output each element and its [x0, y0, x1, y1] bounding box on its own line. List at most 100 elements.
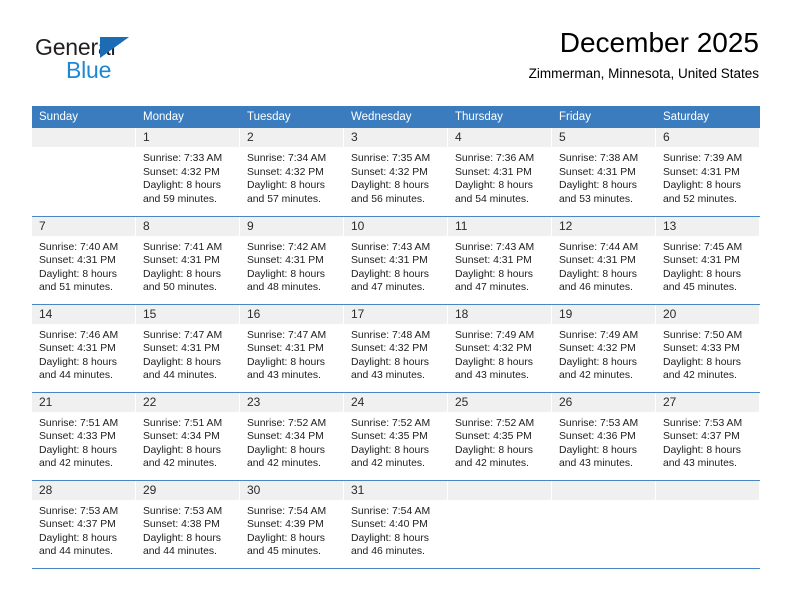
calendar-day-cell[interactable]: 25 Sunrise: 7:52 AM Sunset: 4:35 PM Dayligh… [448, 392, 552, 481]
sunrise-time: Sunrise: 7:48 AM [351, 329, 431, 341]
sunset-time: Sunset: 4:31 PM [247, 343, 324, 355]
daylight-duration-line2: and 44 minutes. [39, 370, 113, 382]
daylight-duration-line2: and 46 minutes. [351, 546, 425, 558]
day-details: Sunrise: 7:39 AM Sunset: 4:31 PM Daylight:… [656, 147, 760, 206]
calendar-day-cell[interactable]: 22 Sunrise: 7:51 AM Sunset: 4:34 PM Dayligh… [136, 392, 240, 481]
sunrise-time: Sunrise: 7:49 AM [559, 329, 639, 341]
page-title: December 2025 [559, 27, 759, 58]
calendar-day-cell[interactable]: 9 Sunrise: 7:42 AM Sunset: 4:31 PM Daylight… [240, 216, 344, 305]
sunset-time: Sunset: 4:31 PM [455, 166, 532, 178]
daylight-duration-line1: Daylight: 8 hours [559, 444, 637, 456]
sunrise-time: Sunrise: 7:35 AM [351, 153, 431, 164]
calendar-day-cell[interactable]: 30 Sunrise: 7:54 AM Sunset: 4:39 PM Dayligh… [240, 480, 344, 569]
calendar-day-cell[interactable]: 16 Sunrise: 7:47 AM Sunset: 4:31 PM Dayligh… [240, 304, 344, 393]
sunrise-time: Sunrise: 7:33 AM [143, 153, 223, 164]
calendar-day-cell[interactable]: 28 Sunrise: 7:53 AM Sunset: 4:37 PM Dayligh… [32, 480, 136, 569]
day-details: Sunrise: 7:53 AM Sunset: 4:37 PM Daylight:… [656, 412, 760, 471]
calendar-day-cell[interactable]: 19 Sunrise: 7:49 AM Sunset: 4:32 PM Dayligh… [552, 304, 656, 393]
day-number [448, 480, 552, 500]
daylight-duration-line1: Daylight: 8 hours [247, 356, 325, 368]
day-number: 8 [136, 216, 240, 236]
calendar-day-cell[interactable]: 18 Sunrise: 7:49 AM Sunset: 4:32 PM Dayligh… [448, 304, 552, 393]
calendar-table: Sunday Monday Tuesday Wednesday Thursday… [32, 106, 760, 569]
calendar-day-cell[interactable]: 13 Sunrise: 7:45 AM Sunset: 4:31 PM Dayligh… [656, 216, 760, 305]
calendar-day-cell[interactable]: 15 Sunrise: 7:47 AM Sunset: 4:31 PM Dayligh… [136, 304, 240, 393]
day-number: 13 [656, 216, 760, 236]
daylight-duration-line1: Daylight: 8 hours [247, 268, 325, 280]
calendar-day-cell[interactable]: 21 Sunrise: 7:51 AM Sunset: 4:33 PM Dayligh… [32, 392, 136, 481]
daylight-duration-line2: and 42 minutes. [663, 370, 737, 382]
daylight-duration-line2: and 45 minutes. [247, 546, 321, 558]
sunset-time: Sunset: 4:33 PM [663, 343, 740, 355]
daylight-duration-line2: and 50 minutes. [143, 282, 217, 294]
weekday-header-monday: Monday [136, 106, 240, 128]
day-number: 24 [344, 392, 448, 412]
calendar-day-cell[interactable]: 2 Sunrise: 7:34 AM Sunset: 4:32 PM Daylight… [240, 128, 344, 217]
calendar-day-cell[interactable]: 5 Sunrise: 7:38 AM Sunset: 4:31 PM Daylight… [552, 128, 656, 217]
day-number: 20 [656, 304, 760, 324]
calendar-day-cell[interactable]: 8 Sunrise: 7:41 AM Sunset: 4:31 PM Daylight… [136, 216, 240, 305]
calendar-day-cell[interactable]: 6 Sunrise: 7:39 AM Sunset: 4:31 PM Daylight… [656, 128, 760, 217]
daylight-duration-line1: Daylight: 8 hours [351, 444, 429, 456]
calendar-day-cell[interactable]: 24 Sunrise: 7:52 AM Sunset: 4:35 PM Dayligh… [344, 392, 448, 481]
sunset-time: Sunset: 4:31 PM [559, 255, 636, 267]
sunset-time: Sunset: 4:31 PM [247, 255, 324, 267]
calendar-day-cell[interactable]: 12 Sunrise: 7:44 AM Sunset: 4:31 PM Dayligh… [552, 216, 656, 305]
day-details: Sunrise: 7:52 AM Sunset: 4:35 PM Daylight:… [344, 412, 448, 471]
daylight-duration-line2: and 42 minutes. [247, 458, 321, 470]
daylight-duration-line1: Daylight: 8 hours [39, 356, 117, 368]
sunset-time: Sunset: 4:32 PM [455, 343, 532, 355]
day-number [32, 128, 136, 147]
day-number [656, 480, 760, 500]
daylight-duration-line2: and 42 minutes. [559, 370, 633, 382]
calendar-day-cell[interactable]: 10 Sunrise: 7:43 AM Sunset: 4:31 PM Dayligh… [344, 216, 448, 305]
day-number: 18 [448, 304, 552, 324]
daylight-duration-line2: and 44 minutes. [143, 370, 217, 382]
calendar-day-cell[interactable]: 4 Sunrise: 7:36 AM Sunset: 4:31 PM Daylight… [448, 128, 552, 217]
calendar-day-cell[interactable]: 11 Sunrise: 7:43 AM Sunset: 4:31 PM Dayligh… [448, 216, 552, 305]
day-number: 19 [552, 304, 656, 324]
day-details: Sunrise: 7:40 AM Sunset: 4:31 PM Daylight:… [32, 236, 136, 295]
sunrise-time: Sunrise: 7:41 AM [143, 241, 223, 253]
daylight-duration-line1: Daylight: 8 hours [39, 268, 117, 280]
day-details: Sunrise: 7:38 AM Sunset: 4:31 PM Daylight:… [552, 147, 656, 206]
calendar-day-cell[interactable]: 7 Sunrise: 7:40 AM Sunset: 4:31 PM Daylight… [32, 216, 136, 305]
sunset-time: Sunset: 4:31 PM [663, 255, 740, 267]
logo-text-blue: Blue [66, 57, 112, 83]
day-details: Sunrise: 7:49 AM Sunset: 4:32 PM Daylight:… [552, 324, 656, 383]
sunrise-time: Sunrise: 7:52 AM [455, 417, 535, 429]
calendar-day-cell[interactable]: 14 Sunrise: 7:46 AM Sunset: 4:31 PM Dayligh… [32, 304, 136, 393]
calendar-day-cell[interactable]: 17 Sunrise: 7:48 AM Sunset: 4:32 PM Dayligh… [344, 304, 448, 393]
calendar-day-cell[interactable]: 1 Sunrise: 7:33 AM Sunset: 4:32 PM Daylight… [136, 128, 240, 217]
day-details: Sunrise: 7:36 AM Sunset: 4:31 PM Daylight:… [448, 147, 552, 206]
day-number: 27 [656, 392, 760, 412]
daylight-duration-line1: Daylight: 8 hours [559, 180, 637, 192]
daylight-duration-line2: and 52 minutes. [663, 193, 737, 205]
calendar-day-cell[interactable]: 31 Sunrise: 7:54 AM Sunset: 4:40 PM Dayligh… [344, 480, 448, 569]
sunset-time: Sunset: 4:37 PM [39, 519, 116, 531]
day-number [552, 480, 656, 500]
calendar-day-cell[interactable]: 26 Sunrise: 7:53 AM Sunset: 4:36 PM Dayligh… [552, 392, 656, 481]
calendar-day-cell[interactable]: 20 Sunrise: 7:50 AM Sunset: 4:33 PM Dayligh… [656, 304, 760, 393]
triangle-icon [100, 37, 129, 58]
daylight-duration-line2: and 56 minutes. [351, 193, 425, 205]
page-header: General Blue December 2025 Zimmerman, Mi… [33, 26, 759, 98]
calendar-day-cell[interactable]: 27 Sunrise: 7:53 AM Sunset: 4:37 PM Dayligh… [656, 392, 760, 481]
generalblue-logo[interactable]: General Blue [33, 34, 273, 90]
calendar-cell-empty [448, 480, 552, 569]
day-details: Sunrise: 7:45 AM Sunset: 4:31 PM Daylight:… [656, 236, 760, 295]
sunset-time: Sunset: 4:32 PM [247, 166, 324, 178]
page-subtitle: Zimmerman, Minnesota, United States [528, 66, 759, 81]
calendar-day-cell[interactable]: 23 Sunrise: 7:52 AM Sunset: 4:34 PM Dayligh… [240, 392, 344, 481]
day-number: 3 [344, 128, 448, 147]
daylight-duration-line1: Daylight: 8 hours [455, 268, 533, 280]
weekday-header-friday: Friday [552, 106, 656, 128]
calendar-day-cell[interactable]: 3 Sunrise: 7:35 AM Sunset: 4:32 PM Daylight… [344, 128, 448, 217]
daylight-duration-line1: Daylight: 8 hours [247, 444, 325, 456]
daylight-duration-line2: and 47 minutes. [455, 282, 529, 294]
weekday-header-thursday: Thursday [448, 106, 552, 128]
calendar-day-cell[interactable]: 29 Sunrise: 7:53 AM Sunset: 4:38 PM Dayligh… [136, 480, 240, 569]
day-details: Sunrise: 7:35 AM Sunset: 4:32 PM Daylight:… [344, 147, 448, 206]
sunrise-time: Sunrise: 7:34 AM [247, 153, 327, 164]
day-number: 2 [240, 128, 344, 147]
